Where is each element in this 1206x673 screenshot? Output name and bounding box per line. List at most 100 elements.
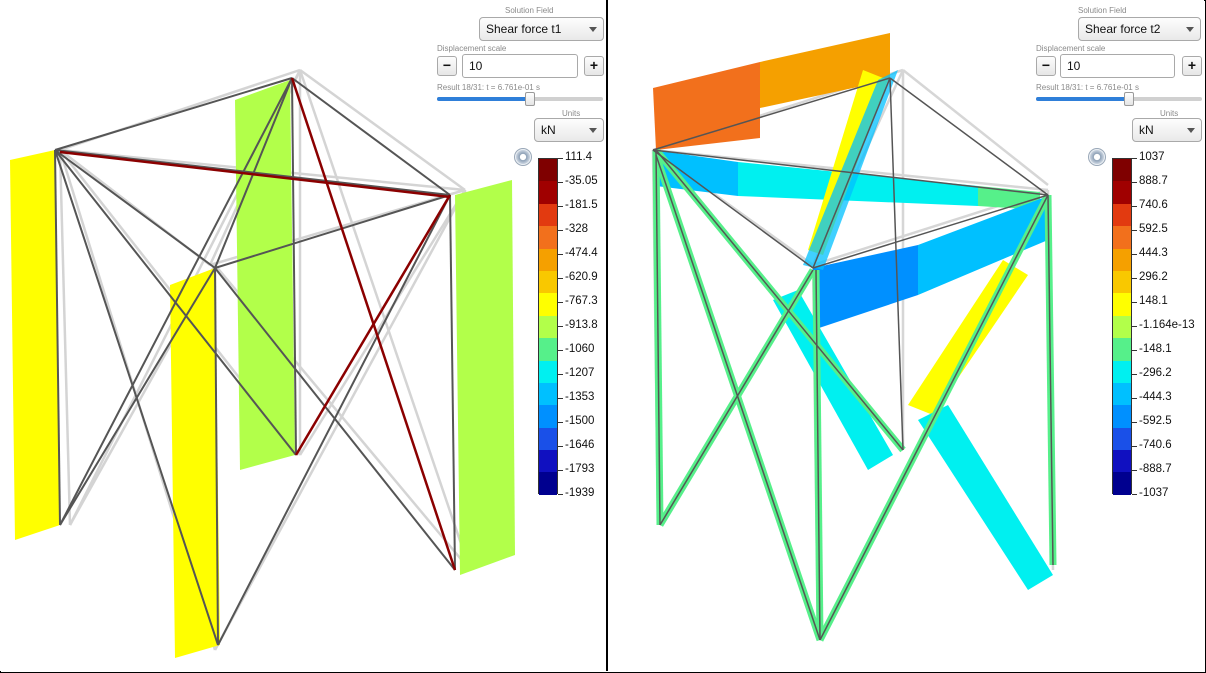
colorbar-tick-mark <box>1132 470 1137 471</box>
colorbar-segment <box>1113 450 1131 473</box>
colorbar-segment <box>539 203 557 227</box>
units-value: kN <box>1139 123 1154 137</box>
displacement-scale-input[interactable]: 10 <box>462 54 578 78</box>
colorbar-tick-label: -1037 <box>1139 487 1169 499</box>
colorbar-segment <box>1113 270 1131 294</box>
colorbar-tick-mark <box>1132 374 1137 375</box>
colorbar-tick-mark <box>1132 494 1137 495</box>
colorbar-segment <box>1113 360 1131 383</box>
colorbar-segment <box>539 427 557 451</box>
colorbar-tick-mark <box>558 398 563 399</box>
colorbar-tick-label: 296.2 <box>1139 271 1168 283</box>
colorbar-tick-label: 1037 <box>1139 151 1165 163</box>
colorbar-tick-label: -1207 <box>565 367 595 379</box>
colorbar-tick-mark <box>558 374 563 375</box>
colorbar-tick-label: 148.1 <box>1139 295 1168 307</box>
colorbar-segment <box>1113 427 1131 451</box>
colorbar-segment <box>539 293 557 316</box>
colorbar-tick-mark <box>558 206 563 207</box>
colorbar-tick-label: -1646 <box>565 439 595 451</box>
colorbar-tick-mark <box>1132 254 1137 255</box>
colorbar-tick-label: 592.5 <box>1139 223 1168 235</box>
units-value: kN <box>541 123 556 137</box>
colorbar-tick-label: -913.8 <box>565 319 598 331</box>
colorbar-segment <box>539 360 557 383</box>
colorbar-tick-label: -767.3 <box>565 295 598 307</box>
colorbar-segment <box>539 270 557 294</box>
settings-gear-icon[interactable] <box>1088 148 1106 166</box>
colorbar-tick-label: -148.1 <box>1139 343 1172 355</box>
solution-field-dropdown[interactable]: Shear force t2 <box>1078 17 1201 41</box>
colorbar-segment <box>539 338 557 361</box>
result-slider-thumb[interactable] <box>525 92 535 106</box>
result-slider-fill <box>1036 97 1128 101</box>
colorbar-segment <box>1113 315 1131 339</box>
chevron-down-icon <box>589 27 597 32</box>
colorbar-segment <box>539 405 557 428</box>
colorbar-tick-label: -592.5 <box>1139 415 1172 427</box>
colorbar-tick-mark <box>1132 230 1137 231</box>
colorbar-segment <box>539 159 557 182</box>
colorbar-tick-label: -1.164e-13 <box>1139 319 1195 331</box>
right-viewport[interactable]: Solution Field Shear force t2 Displaceme… <box>608 0 1204 671</box>
solution-field-dropdown[interactable]: Shear force t1 <box>479 17 604 41</box>
solution-field-value: Shear force t2 <box>1085 22 1161 36</box>
chevron-down-icon <box>1187 128 1195 133</box>
colorbar-tick-mark <box>1132 182 1137 183</box>
colorbar-tick-label: -444.3 <box>1139 391 1172 403</box>
shear-band-column-2 <box>235 80 295 470</box>
colorbar-tick-label: -328 <box>565 223 589 235</box>
displacement-scale-label: Displacement scale <box>437 44 507 53</box>
left-viewport[interactable]: Solution Field Shear force t1 Displaceme… <box>0 0 608 671</box>
displacement-scale-input[interactable]: 10 <box>1060 54 1175 78</box>
solution-field-value: Shear force t1 <box>486 22 562 36</box>
increase-scale-button[interactable]: + <box>1182 56 1202 76</box>
colorbar-tick-mark <box>1132 446 1137 447</box>
increase-scale-button[interactable]: + <box>584 56 604 76</box>
shear-band-top-orange <box>653 62 760 150</box>
colorbar-tick-label: -474.4 <box>565 247 598 259</box>
colorbar-tick-label: -620.9 <box>565 271 598 283</box>
decrease-scale-button[interactable]: − <box>1036 56 1056 76</box>
colorbar-segment <box>539 450 557 473</box>
result-label: Result 18/31: t = 6.761e-01 s <box>1036 83 1139 92</box>
colorbar-tick-mark <box>1132 278 1137 279</box>
colorbar-tick-mark <box>558 326 563 327</box>
units-dropdown[interactable]: kN <box>1132 118 1202 142</box>
colorbar-tick-mark <box>558 470 563 471</box>
colorbar-tick-mark <box>558 350 563 351</box>
colorbar-tick-label: -740.6 <box>1139 439 1172 451</box>
colorbar-tick-mark <box>558 422 563 423</box>
colorbar-segment <box>539 248 557 271</box>
colorbar-tick-mark <box>1132 350 1137 351</box>
colorbar-segment <box>1113 472 1131 495</box>
colorbar-segment <box>539 315 557 339</box>
colorbar-segment <box>539 181 557 204</box>
colorbar-tick-label: -1939 <box>565 487 595 499</box>
decrease-scale-button[interactable]: − <box>437 56 457 76</box>
colorbar-tick-mark <box>558 230 563 231</box>
chevron-down-icon <box>1186 27 1194 32</box>
colorbar-tick-label: -35.05 <box>565 175 598 187</box>
shear-band-column-1 <box>10 150 60 540</box>
units-label: Units <box>1160 109 1179 118</box>
units-dropdown[interactable]: kN <box>534 118 604 142</box>
colorbar-tick-mark <box>558 158 563 159</box>
colorbar-tick-label: -181.5 <box>565 199 598 211</box>
colorbar-segment <box>1113 293 1131 316</box>
colorbar-tick-mark <box>558 446 563 447</box>
colorbar-tick-label: 444.3 <box>1139 247 1168 259</box>
colorbar-tick-mark <box>1132 302 1137 303</box>
colorbar-tick-mark <box>1132 422 1137 423</box>
colorbar-segment <box>539 472 557 495</box>
colorbar-tick-mark <box>1132 398 1137 399</box>
chevron-down-icon <box>589 128 597 133</box>
settings-gear-icon[interactable] <box>514 148 532 166</box>
result-slider-thumb[interactable] <box>1124 92 1134 106</box>
colorbar-tick-mark <box>558 494 563 495</box>
solution-field-label: Solution Field <box>1078 6 1127 15</box>
colorbar-segment <box>1113 382 1131 406</box>
colorbar-segment <box>1113 405 1131 428</box>
colorbar-tick-mark <box>1132 206 1137 207</box>
colorbar-tick-label: -296.2 <box>1139 367 1172 379</box>
